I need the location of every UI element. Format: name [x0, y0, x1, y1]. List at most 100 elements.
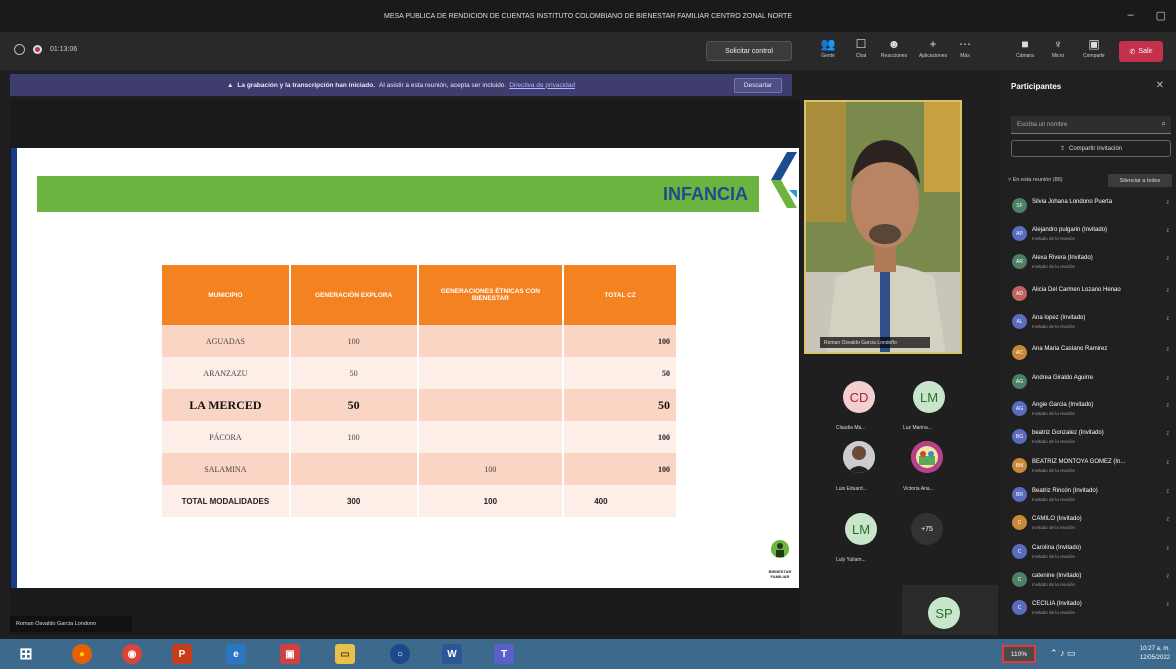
participant-row[interactable]: SF Silvia Johana Londono Puerta ᶻ	[1008, 193, 1173, 219]
dismiss-button[interactable]: Descartar	[734, 78, 782, 93]
icbf-chevron-logo	[771, 152, 797, 208]
mic-off-icon: ᶻ	[1166, 403, 1169, 410]
icbf-logo: BIENESTAR FAMILIAR	[764, 538, 796, 579]
table-row: LA MERCED 50 50	[162, 389, 678, 421]
participant-row[interactable]: BM BEATRIZ MONTOYA GOMEZ (In... Invitado d…	[1008, 453, 1173, 479]
participant-avatar[interactable]: CD	[843, 381, 875, 413]
participant-role: Invitado de la reunión	[1032, 468, 1076, 473]
participant-row[interactable]: C CECILIA (Invitado) Invitado de la reunió…	[1008, 595, 1173, 621]
participant-row[interactable]: AR Alexa Rivera (Invitado) Invitado de la …	[1008, 249, 1173, 275]
taskbar-app[interactable]: T	[494, 644, 514, 664]
minimize-button[interactable]: –	[1127, 9, 1133, 22]
mic-off-icon: ᶻ	[1166, 546, 1169, 553]
toolbar-chat-button[interactable]: ☐ Chat	[846, 37, 876, 67]
toolbar-share-button[interactable]: ▣ Compartir	[1079, 37, 1109, 67]
zoom-level[interactable]: 110%	[1002, 645, 1036, 663]
toolbar-label: Aplicaciones	[918, 53, 948, 59]
participant-row[interactable]: C CAMILO (Invitado) Invitado de la reunión…	[1008, 510, 1173, 536]
toolbar-reactions-button[interactable]: ☻ Reacciones	[879, 37, 909, 67]
toolbar-apps-button[interactable]: + Aplicaciones	[918, 37, 948, 67]
search-icon: ⌕	[1161, 119, 1166, 128]
participant-row[interactable]: Ccatenine (Invitado) Invitado de la reuni…	[1008, 567, 1173, 593]
participant-avatar: C	[1012, 600, 1027, 615]
person-photo-icon	[843, 441, 875, 473]
participant-row[interactable]: AL Ana lopez (Invitado) Invitado de la reu…	[1008, 309, 1173, 335]
table-row: PÁCORA 100 100	[162, 421, 678, 453]
table-cell: SALAMINA	[162, 453, 291, 485]
table-header-row: MUNICIPIO GENERACIÓN EXPLORA GENERACIONE…	[162, 265, 678, 325]
self-avatar[interactable]: SP	[928, 597, 960, 629]
participant-row[interactable]: C Carolina (Invitado) Invitado de la reuni…	[1008, 539, 1173, 565]
mic-off-icon: ᶻ	[1166, 288, 1169, 295]
participant-row[interactable]: AD Alicia Del Carmen Lozano Henao ᶻ	[1008, 281, 1173, 307]
system-tray-icons[interactable]: ⌃ ♪ ▭	[1050, 648, 1076, 659]
group-photo-icon	[911, 441, 943, 473]
participant-row[interactable]: BR Beatriz Rincón (Invitado) Invitado de l…	[1008, 482, 1173, 508]
participant-row[interactable]: AG Andrea Giraldo Aguirre ᶻ	[1008, 369, 1173, 395]
taskbar-app[interactable]: ◉	[122, 644, 142, 664]
participant-name: Angie Garcia (Invitado)	[1032, 402, 1094, 408]
table-cell: 50	[563, 389, 678, 421]
taskbar-app[interactable]: ○	[390, 644, 410, 664]
taskbar-app[interactable]: e	[226, 644, 246, 664]
participant-row[interactable]: AC Ana Maria Castano Ramirez ᶻ	[1008, 340, 1173, 366]
taskbar-app[interactable]: P	[172, 644, 192, 664]
participant-avatar: AL	[1012, 314, 1027, 329]
table-header: MUNICIPIO	[162, 265, 291, 325]
participant-row[interactable]: AP Alejandro pulgarin (Invitado) Invitado …	[1008, 221, 1173, 247]
table-cell: 100	[563, 421, 678, 453]
close-icon[interactable]: ✕	[1156, 80, 1164, 91]
table-total-row: TOTAL MODALIDADES 300 100 400	[162, 485, 678, 517]
maximize-button[interactable]: ▢	[1156, 9, 1166, 22]
participant-avatar[interactable]: LM	[845, 513, 877, 545]
participant-row[interactable]: BG beatriz Gonzalez (Invitado) Invitado de…	[1008, 424, 1173, 450]
taskbar-app[interactable]: ⊞	[16, 644, 36, 664]
presenter-video[interactable]: Roman Osvaldo Garcia Londoño	[804, 100, 962, 354]
taskbar-app[interactable]: ▭	[335, 644, 355, 664]
participant-row[interactable]: AG Angie Garcia (Invitado) Invitado de la …	[1008, 396, 1173, 422]
media-icon: ▣	[285, 648, 295, 660]
toolbar-people-button[interactable]: 👥 Gente	[813, 37, 843, 67]
in-meeting-count: En esta reunión (86)	[1012, 177, 1063, 183]
mute-all-button[interactable]: Silenciar a todos	[1108, 174, 1172, 187]
table-cell: TOTAL MODALIDADES	[162, 485, 291, 517]
table-cell	[417, 357, 565, 389]
firefox-icon: ●	[78, 648, 86, 660]
toolbar-camera-button[interactable]: ■ Cámara	[1010, 37, 1040, 67]
reactions-icon: ☻	[887, 36, 901, 51]
participant-avatar[interactable]: LM	[913, 381, 945, 413]
toolbar-more-button[interactable]: ⋯ Más	[950, 37, 980, 67]
meeting-toolbar: 01:13:06 Solicitar control 👥 Gente ☐ Cha…	[0, 32, 1176, 70]
share-invitation-button[interactable]: ⇪ Compartir invitación	[1011, 140, 1171, 157]
taskbar-clock[interactable]: 10:27 a. m. 12/05/2022	[1140, 645, 1170, 663]
participant-name: Ana lopez (Invitado)	[1032, 315, 1086, 321]
table-header: TOTAL CZ	[563, 265, 678, 325]
taskbar-app[interactable]: ●	[72, 644, 92, 664]
participant-search-input[interactable]: Escriba un nombre ⌕	[1011, 116, 1171, 134]
participant-avatar: AG	[1012, 401, 1027, 416]
mic-icon: ♆	[1053, 36, 1063, 51]
more-participants-button[interactable]: +75	[911, 513, 943, 545]
taskbar-app[interactable]: ▣	[280, 644, 300, 664]
privacy-link[interactable]: Directiva de privacidad	[509, 82, 575, 89]
table-cell: 100	[563, 453, 678, 485]
participant-photo-avatar[interactable]	[911, 441, 943, 473]
teams-icon: T	[500, 648, 508, 660]
icbf-emblem-icon	[771, 540, 789, 558]
clock-date: 12/05/2022	[1139, 655, 1170, 661]
participant-avatar: BM	[1012, 458, 1027, 473]
window-title: MESA PUBLICA DE RENDICION DE CUENTAS INS…	[383, 12, 792, 20]
people-icon: 👥	[820, 36, 836, 51]
toolbar-label: Micro	[1051, 53, 1065, 59]
request-control-button[interactable]: Solicitar control	[706, 41, 792, 61]
participant-name: Ana Maria Castano Ramirez	[1032, 346, 1108, 352]
table-header: GENERACIÓN EXPLORA	[289, 265, 419, 325]
in-meeting-section-header[interactable]: ˅ En esta reunión (86)	[1008, 177, 1063, 183]
participant-name: CAMILO (Invitado)	[1032, 516, 1082, 522]
taskbar-app[interactable]: W	[442, 644, 462, 664]
participant-photo-avatar[interactable]	[843, 441, 875, 473]
mic-off-icon: ᶻ	[1166, 517, 1169, 524]
toolbar-mic-button[interactable]: ♆ Micro	[1043, 37, 1073, 67]
mic-off-icon: ᶻ	[1166, 200, 1169, 207]
leave-button[interactable]: ✆ Salir	[1119, 41, 1163, 62]
